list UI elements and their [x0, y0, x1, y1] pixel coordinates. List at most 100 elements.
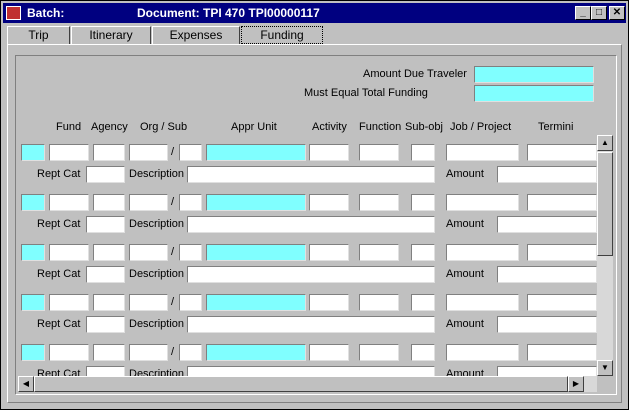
termini-field[interactable] — [527, 194, 597, 211]
sub-field[interactable] — [179, 194, 202, 211]
sub-obj-field[interactable] — [411, 244, 435, 261]
appr-unit-field[interactable] — [206, 194, 306, 211]
activity-field[interactable] — [309, 244, 349, 261]
activity-field[interactable] — [309, 294, 349, 311]
line-select-field[interactable] — [21, 244, 45, 261]
amount-field[interactable] — [497, 216, 597, 233]
appr-unit-field[interactable] — [206, 344, 306, 361]
appr-unit-field[interactable] — [206, 244, 306, 261]
function-field[interactable] — [359, 144, 399, 161]
maximize-button[interactable]: □ — [591, 6, 607, 20]
description-field[interactable] — [187, 166, 435, 183]
line-select-field[interactable] — [21, 194, 45, 211]
fund-field[interactable] — [49, 344, 89, 361]
org-field[interactable] — [129, 244, 168, 261]
fund-field[interactable] — [49, 144, 89, 161]
tab-funding[interactable]: Funding — [241, 26, 323, 44]
org-field[interactable] — [129, 144, 168, 161]
sub-field[interactable] — [179, 244, 202, 261]
column-termini: Termini — [538, 121, 574, 133]
amount-field[interactable] — [497, 166, 597, 183]
function-field[interactable] — [359, 244, 399, 261]
appr-unit-field[interactable] — [206, 144, 306, 161]
job-project-field[interactable] — [446, 144, 519, 161]
fund-field[interactable] — [49, 194, 89, 211]
agency-field[interactable] — [93, 194, 125, 211]
amount-field[interactable] — [497, 316, 597, 333]
tab-itinerary[interactable]: Itinerary — [71, 26, 151, 45]
fund-field[interactable] — [49, 294, 89, 311]
job-project-field[interactable] — [446, 194, 519, 211]
line-select-field[interactable] — [21, 144, 45, 161]
scroll-left-icon[interactable]: ◀ — [18, 376, 34, 392]
termini-field[interactable] — [527, 244, 597, 261]
title-bar: Batch: Document: TPI 470 TPI00000117 _ □… — [3, 3, 626, 23]
sub-field[interactable] — [179, 294, 202, 311]
description-field[interactable] — [187, 266, 435, 283]
description-label: Description — [129, 368, 185, 376]
function-field[interactable] — [359, 294, 399, 311]
rept-cat-field[interactable] — [86, 316, 125, 333]
description-field[interactable] — [187, 366, 435, 376]
tab-expenses[interactable]: Expenses — [152, 26, 240, 45]
funding-line: / Rept Cat Description Amount — [18, 244, 597, 294]
appr-unit-field[interactable] — [206, 294, 306, 311]
window-title: Batch: — [27, 6, 65, 20]
org-field[interactable] — [129, 194, 168, 211]
agency-field[interactable] — [93, 344, 125, 361]
activity-field[interactable] — [309, 194, 349, 211]
description-label: Description — [129, 168, 185, 180]
scroll-up-icon[interactable]: ▲ — [597, 135, 613, 151]
scroll-right-icon[interactable]: ▶ — [568, 376, 584, 392]
job-project-field[interactable] — [446, 344, 519, 361]
sub-obj-field[interactable] — [411, 344, 435, 361]
rept-cat-field[interactable] — [86, 266, 125, 283]
horizontal-scroll-thumb[interactable] — [34, 376, 568, 392]
scroll-down-icon[interactable]: ▼ — [597, 360, 613, 376]
sub-obj-field[interactable] — [411, 294, 435, 311]
function-field[interactable] — [359, 344, 399, 361]
job-project-field[interactable] — [446, 244, 519, 261]
tab-trip[interactable]: Trip — [7, 26, 70, 45]
horizontal-scrollbar[interactable]: ◀ ▶ — [18, 376, 597, 392]
agency-field[interactable] — [93, 244, 125, 261]
funding-line: / Rept Cat Description Amount — [18, 144, 597, 194]
line-select-field[interactable] — [21, 344, 45, 361]
job-project-field[interactable] — [446, 294, 519, 311]
close-button[interactable]: ✕ — [609, 6, 625, 20]
vertical-scrollbar[interactable]: ▲ ▼ — [597, 135, 613, 376]
agency-field[interactable] — [93, 294, 125, 311]
funding-window: Batch: Document: TPI 470 TPI00000117 _ □… — [0, 0, 629, 410]
org-sub-separator: / — [171, 146, 175, 158]
activity-field[interactable] — [309, 144, 349, 161]
description-field[interactable] — [187, 316, 435, 333]
sub-field[interactable] — [179, 344, 202, 361]
vertical-scroll-thumb[interactable] — [597, 152, 613, 256]
termini-field[interactable] — [527, 294, 597, 311]
agency-field[interactable] — [93, 144, 125, 161]
description-field[interactable] — [187, 216, 435, 233]
minimize-button[interactable]: _ — [575, 6, 591, 20]
amount-field[interactable] — [497, 366, 597, 376]
column-activity: Activity — [312, 121, 347, 133]
amount-label: Amount — [446, 168, 484, 180]
fund-field[interactable] — [49, 244, 89, 261]
termini-field[interactable] — [527, 344, 597, 361]
rept-cat-field[interactable] — [86, 216, 125, 233]
line-select-field[interactable] — [21, 294, 45, 311]
sub-obj-field[interactable] — [411, 144, 435, 161]
org-field[interactable] — [129, 344, 168, 361]
activity-field[interactable] — [309, 344, 349, 361]
org-field[interactable] — [129, 294, 168, 311]
amount-field[interactable] — [497, 266, 597, 283]
org-sub-separator: / — [171, 246, 175, 258]
amount-label: Amount — [446, 218, 484, 230]
termini-field[interactable] — [527, 144, 597, 161]
sub-obj-field[interactable] — [411, 194, 435, 211]
sub-field[interactable] — [179, 144, 202, 161]
function-field[interactable] — [359, 194, 399, 211]
column-function: Function — [359, 121, 402, 133]
rept-cat-field[interactable] — [86, 366, 125, 376]
column-appr-unit: Appr Unit — [231, 121, 277, 133]
rept-cat-field[interactable] — [86, 166, 125, 183]
